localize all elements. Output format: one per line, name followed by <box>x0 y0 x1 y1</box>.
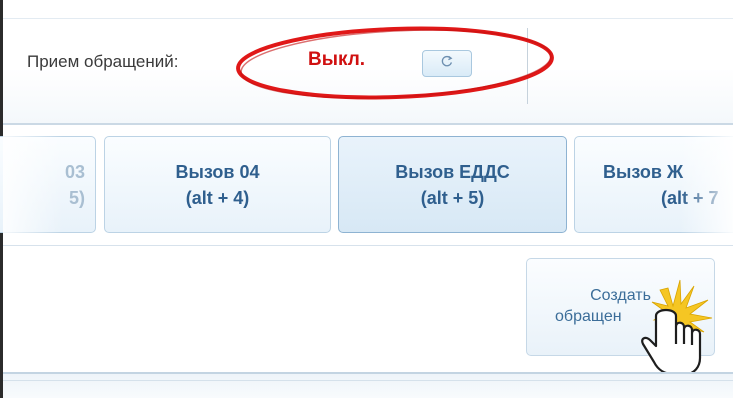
scroll-fade-left <box>3 125 63 245</box>
request-intake-status: Выкл. <box>308 49 366 70</box>
call-04-shortcut: (alt + 4) <box>185 187 250 208</box>
bottom-panel-line <box>3 380 733 381</box>
create-request-label-line1: Создать <box>590 287 651 304</box>
call-03-title: 03 <box>64 161 85 182</box>
row-divider <box>3 245 733 246</box>
call-zh-title: Вызов Ж <box>603 161 684 182</box>
refresh-icon <box>440 54 454 73</box>
call-04-title: Вызов 04 <box>175 161 260 182</box>
request-intake-label: Прием обращений: <box>27 52 179 71</box>
scroll-fade-right <box>680 125 733 245</box>
app-frame: Прием обращений: Выкл. 03 5) Вызов 04 (a… <box>0 0 733 398</box>
bottom-panel <box>3 372 733 398</box>
toolbar-top-divider <box>3 18 733 19</box>
call-04-button[interactable]: Вызов 04 (alt + 4) <box>104 136 331 233</box>
call-03-shortcut: 5) <box>68 187 85 208</box>
create-request-label-line2: обращен <box>555 308 622 325</box>
create-request-button[interactable]: Создать обращен <box>526 258 715 356</box>
refresh-status-button[interactable] <box>422 50 472 77</box>
call-edds-button[interactable]: Вызов ЕДДС (alt + 5) <box>338 136 567 233</box>
toolbar-divider <box>527 28 528 104</box>
call-edds-shortcut: (alt + 5) <box>420 187 485 208</box>
call-edds-title: Вызов ЕДДС <box>395 161 510 182</box>
